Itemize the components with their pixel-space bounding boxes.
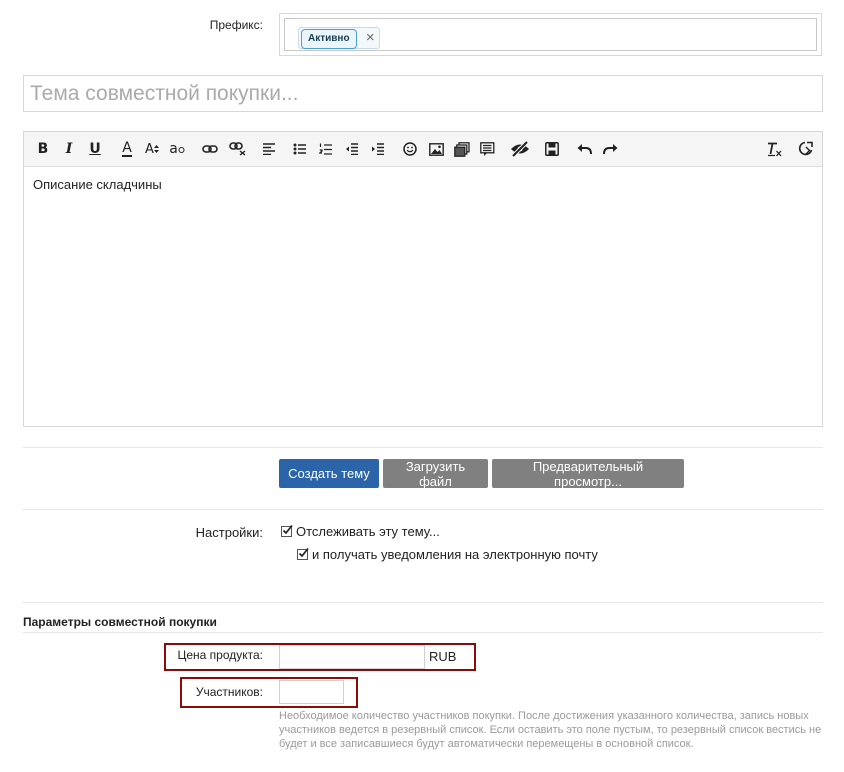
indent-button[interactable] <box>367 139 389 159</box>
watch-thread-checkbox[interactable] <box>281 524 293 537</box>
underline-button[interactable]: U <box>84 139 106 159</box>
editor-toolbar: B I U A A a <box>24 132 822 167</box>
media-icon <box>454 141 470 157</box>
participants-help-text: Необходимое количество участников покупк… <box>279 710 822 750</box>
preview-button[interactable]: Предварительный просмотр... <box>492 459 684 489</box>
email-notify-checkbox[interactable] <box>297 547 309 560</box>
prefix-chip-label: Активно <box>301 29 357 49</box>
prefix-selector[interactable]: Активно × <box>279 13 822 56</box>
watch-thread-option[interactable]: Отслеживать эту тему... <box>281 524 440 539</box>
italic-button[interactable]: I <box>58 139 80 159</box>
price-input[interactable] <box>279 645 425 669</box>
spoiler-button[interactable] <box>509 139 531 159</box>
prefix-input[interactable]: Активно × <box>284 18 817 51</box>
check-icon <box>298 547 309 558</box>
remove-format-icon <box>768 142 782 156</box>
italic-icon: I <box>65 141 73 157</box>
link-icon <box>202 145 218 153</box>
divider <box>23 447 823 448</box>
align-button[interactable] <box>258 139 280 159</box>
smilies-button[interactable] <box>399 139 421 159</box>
save-draft-button[interactable] <box>541 139 563 159</box>
bulleted-list-icon <box>293 143 306 155</box>
numbered-list-button[interactable] <box>315 139 337 159</box>
check-icon <box>282 524 293 535</box>
rich-text-editor[interactable]: B I U A A a Описание складчины <box>23 131 823 427</box>
upload-file-button[interactable]: Загрузить файл <box>383 459 488 489</box>
numbered-list-icon <box>319 143 332 155</box>
email-notify-option[interactable]: и получать уведомления на электронную по… <box>297 547 598 562</box>
image-button[interactable] <box>425 139 447 159</box>
section-title: Параметры совместной покупки <box>23 615 217 629</box>
settings-label: Настройки: <box>195 525 263 540</box>
quote-button[interactable] <box>476 139 498 159</box>
font-family-icon: a <box>169 141 178 157</box>
align-left-icon <box>263 143 275 155</box>
participants-label: Участников: <box>195 685 263 699</box>
divider <box>23 632 823 633</box>
undo-icon <box>577 144 592 155</box>
font-color-icon: A <box>122 139 132 157</box>
outdent-button[interactable] <box>341 139 363 159</box>
thread-title-input[interactable] <box>23 75 823 112</box>
font-size-arrows-icon <box>153 145 159 153</box>
bulleted-list-button[interactable] <box>289 139 311 159</box>
floppy-disk-icon <box>545 142 559 156</box>
outdent-icon <box>346 143 358 155</box>
font-family-sub-icon <box>178 147 185 153</box>
watch-thread-label: Отслеживать эту тему... <box>296 524 440 539</box>
bold-icon: B <box>37 141 49 157</box>
prefix-label: Префикс: <box>209 18 263 32</box>
indent-icon <box>372 143 384 155</box>
redo-button[interactable] <box>599 139 621 159</box>
bbcode-toggle-icon <box>798 141 813 156</box>
email-notify-label: и получать уведомления на электронную по… <box>312 547 598 562</box>
image-icon <box>428 142 444 156</box>
participants-input[interactable] <box>279 680 344 704</box>
toggle-bbcode-button[interactable] <box>795 139 817 159</box>
editor-content[interactable]: Описание складчины <box>33 177 162 192</box>
prefix-chip[interactable]: Активно × <box>298 27 380 49</box>
media-button[interactable] <box>451 139 473 159</box>
smiley-icon <box>403 142 417 156</box>
bold-button[interactable]: B <box>32 139 54 159</box>
create-thread-button[interactable]: Создать тему <box>279 459 379 488</box>
font-family-button[interactable]: a <box>166 139 188 159</box>
divider <box>23 602 823 603</box>
prefix-remove-icon[interactable]: × <box>366 29 375 47</box>
link-button[interactable] <box>199 139 221 159</box>
font-size-button[interactable]: A <box>141 139 163 159</box>
unlink-icon <box>228 142 245 156</box>
underline-icon: U <box>89 141 101 157</box>
price-label: Цена продукта: <box>177 648 263 662</box>
redo-icon <box>602 144 617 155</box>
eye-slash-icon <box>511 141 529 157</box>
currency-label: RUB <box>429 649 457 664</box>
font-size-icon: A <box>145 141 154 157</box>
undo-button[interactable] <box>573 139 595 159</box>
font-color-button[interactable]: A <box>116 139 138 159</box>
remove-format-button[interactable] <box>763 139 785 159</box>
divider <box>23 509 823 510</box>
quote-icon <box>479 141 494 156</box>
unlink-button[interactable] <box>226 139 248 159</box>
